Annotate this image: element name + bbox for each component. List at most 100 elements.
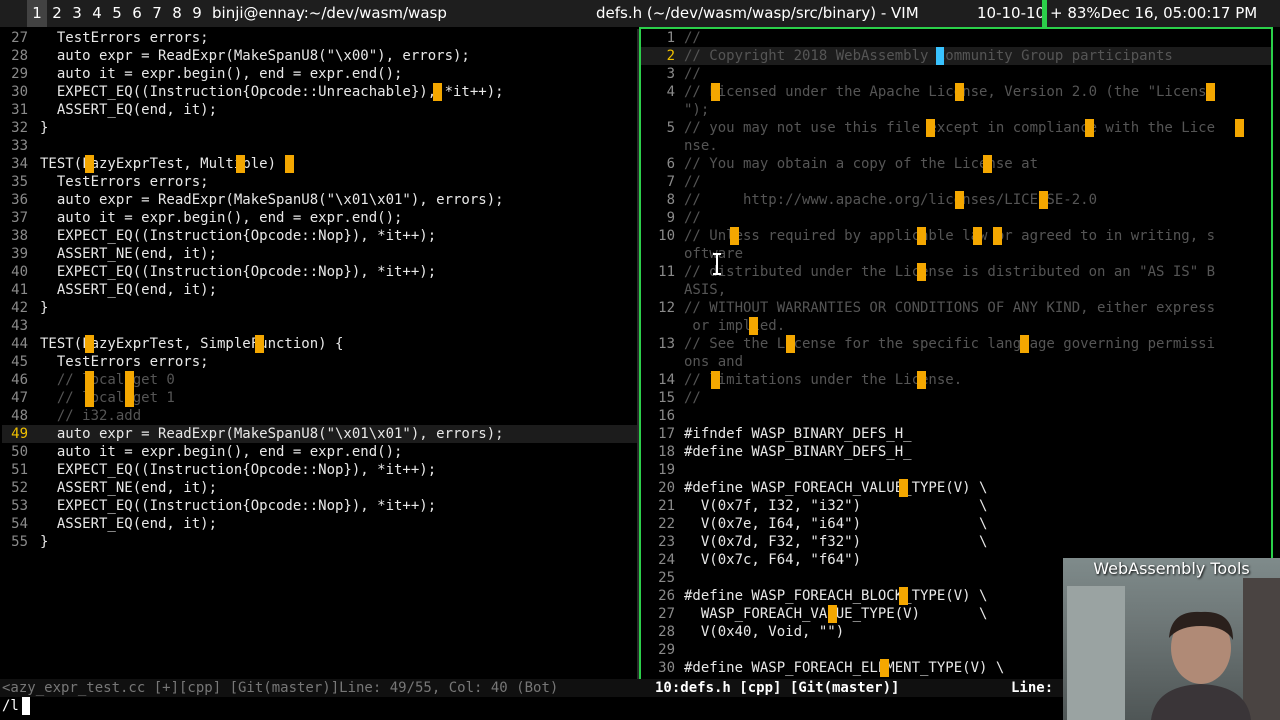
- line-number: 27: [658, 606, 675, 622]
- workspace-7[interactable]: 7: [147, 0, 167, 27]
- search-match: [85, 155, 94, 173]
- editor-pane-left[interactable]: 27 TestErrors errors; 28 auto expr = Read…: [2, 29, 638, 679]
- line-number: 14: [658, 372, 675, 388]
- line-number: 15: [658, 390, 675, 406]
- workspace-1[interactable]: 1: [27, 0, 47, 27]
- line-number: 23: [658, 534, 675, 550]
- line-number: 52: [11, 480, 28, 496]
- window-title-terminal[interactable]: binji@ennay:~/dev/wasm/wasp: [212, 0, 447, 27]
- line-text: ASIS,: [684, 282, 727, 298]
- line-text: ASSERT_NE(end, it);: [40, 480, 218, 496]
- line-number: 50: [11, 444, 28, 460]
- search-match: [285, 155, 294, 173]
- line-number: 49: [11, 426, 28, 442]
- line-number: 9: [666, 210, 675, 226]
- line-text: #define WASP_BINARY_DEFS_H_: [684, 444, 912, 460]
- line-number: 28: [11, 48, 28, 64]
- line-number: 30: [11, 84, 28, 100]
- line-number: 29: [658, 642, 675, 658]
- line-text: EXPECT_EQ((Instruction{Opcode::Nop}), *i…: [40, 462, 437, 478]
- workspace-3[interactable]: 3: [67, 0, 87, 27]
- line-text: // i32.add: [40, 408, 142, 424]
- line-number: 47: [11, 390, 28, 406]
- search-match: [711, 371, 720, 389]
- line-text: EXPECT_EQ((Instruction{Opcode::Nop}), *i…: [40, 264, 437, 280]
- search-match: [125, 371, 134, 389]
- line-number: 51: [11, 462, 28, 478]
- line-text: // http://www.apache.org/licenses/LICENS…: [684, 192, 1098, 208]
- text-cursor-icon: [713, 253, 721, 275]
- line-text: auto expr = ReadExpr(MakeSpanU8("\x00"),…: [40, 48, 470, 64]
- statusline-right-line-label: Line:: [1011, 680, 1054, 696]
- line-number: 36: [11, 192, 28, 208]
- line-text: auto it = expr.begin(), end = expr.end()…: [40, 66, 403, 82]
- window-title-vim[interactable]: defs.h (~/dev/wasm/wasp/src/binary) - VI…: [596, 0, 919, 27]
- line-text: nse.: [684, 138, 718, 154]
- line-number: 6: [666, 156, 675, 172]
- line-text: //: [684, 174, 701, 190]
- line-text: V(0x7c, F64, "f64"): [684, 552, 862, 568]
- search-match: [1206, 83, 1215, 101]
- search-match: [955, 191, 964, 209]
- search-match: [828, 605, 837, 623]
- line-number: 41: [11, 282, 28, 298]
- line-number: 25: [658, 570, 675, 586]
- line-text: ASSERT_EQ(end, it);: [40, 282, 218, 298]
- line-text: TestErrors errors;: [40, 30, 209, 46]
- line-number: 40: [11, 264, 28, 280]
- line-text: }: [40, 534, 49, 550]
- line-number: 16: [658, 408, 675, 424]
- search-match: [917, 263, 926, 281]
- line-number: 1: [666, 30, 675, 46]
- line-text: //: [684, 390, 701, 406]
- line-number: 32: [11, 120, 28, 136]
- line-text: //: [684, 66, 701, 82]
- line-text: // Unless required by applicable law or …: [684, 228, 1216, 244]
- line-number: 30: [658, 660, 675, 676]
- line-text: // you may not use this file except in c…: [684, 120, 1216, 136]
- line-text: ASSERT_EQ(end, it);: [40, 102, 218, 118]
- search-match: [433, 83, 442, 101]
- webcam-overlay: WebAssembly Tools: [1063, 558, 1280, 720]
- workspace-8[interactable]: 8: [167, 0, 187, 27]
- line-text: TestErrors errors;: [40, 354, 209, 370]
- line-number: 35: [11, 174, 28, 190]
- line-text: #define WASP_FOREACH_VALUE_TYPE(V) \: [684, 480, 988, 496]
- search-match: [917, 227, 926, 245]
- workspace-5[interactable]: 5: [107, 0, 127, 27]
- line-number: 42: [11, 300, 28, 316]
- line-number: 19: [658, 462, 675, 478]
- line-text: or implied.: [684, 318, 786, 334]
- line-number: 5: [666, 120, 675, 136]
- line-text: // Licensed under the Apache License, Ve…: [684, 84, 1216, 100]
- workspace-2[interactable]: 2: [47, 0, 67, 27]
- line-number: 13: [658, 336, 675, 352]
- workspace-9[interactable]: 9: [187, 0, 207, 27]
- line-number: 39: [11, 246, 28, 262]
- search-match: [236, 155, 245, 173]
- date-short-label: 10-10-10: [977, 4, 1046, 22]
- line-number: 33: [11, 138, 28, 154]
- line-number: 2: [666, 48, 675, 64]
- line-number: 54: [11, 516, 28, 532]
- search-match: [786, 335, 795, 353]
- text-cursor: [936, 47, 944, 65]
- line-text: auto expr = ReadExpr(MakeSpanU8("\x01\x0…: [40, 426, 504, 442]
- line-number: 29: [11, 66, 28, 82]
- line-number: 21: [658, 498, 675, 514]
- line-text: auto it = expr.begin(), end = expr.end()…: [40, 444, 403, 460]
- workspace-4[interactable]: 4: [87, 0, 107, 27]
- search-match: [983, 155, 992, 173]
- line-text: ASSERT_EQ(end, it);: [40, 516, 218, 532]
- search-match: [85, 335, 94, 353]
- line-number: 31: [11, 102, 28, 118]
- line-text: // distributed under the License is dist…: [684, 264, 1216, 280]
- workspace-6[interactable]: 6: [127, 0, 147, 27]
- system-status: + 83%Dec 16, 05:00:17 PM: [1050, 4, 1258, 22]
- line-text: TestErrors errors;: [40, 174, 209, 190]
- search-match: [926, 119, 935, 137]
- command-line[interactable]: /l: [2, 697, 19, 715]
- line-text: V(0x7d, F32, "f32") \: [684, 534, 988, 550]
- search-match: [730, 227, 739, 245]
- search-match: [255, 335, 264, 353]
